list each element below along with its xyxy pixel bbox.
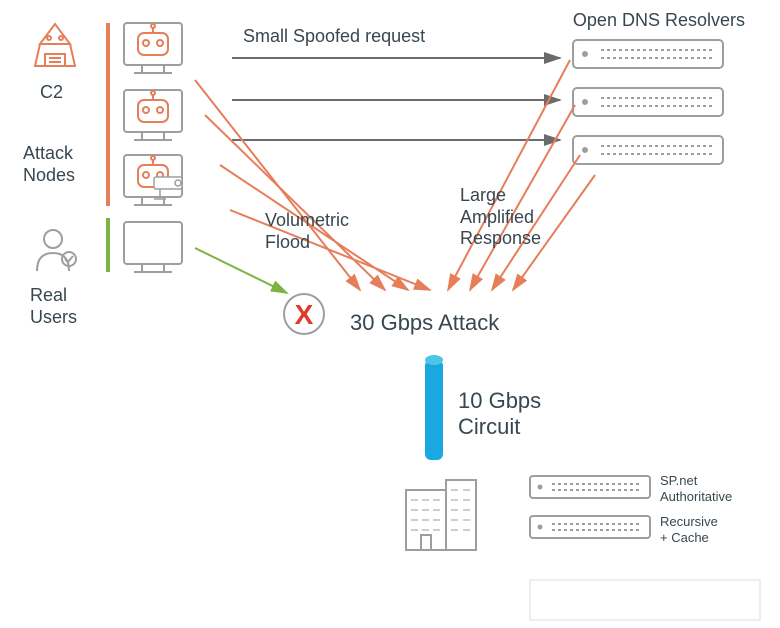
- spnet-label: SP.net Authoritative: [660, 473, 732, 504]
- amplified-line2: Amplified: [460, 207, 534, 227]
- amplified-line3: Response: [460, 228, 541, 248]
- dns-resolver-1: [573, 40, 723, 68]
- real-users-line1: Real: [30, 285, 67, 305]
- bot-monitor-3: [124, 155, 182, 205]
- cache-text: + Cache: [660, 530, 709, 545]
- attack-nodes-line1: Attack: [23, 143, 73, 163]
- attack-bar: [106, 23, 110, 206]
- amp-arrow-1: [448, 60, 570, 290]
- circuit-label: 10 Gbps Circuit: [458, 388, 541, 441]
- denied-icon: X: [284, 294, 324, 334]
- amplified-label: Large Amplified Response: [460, 185, 541, 250]
- hacker-icon: [35, 24, 75, 66]
- spnet-server-1: [530, 476, 650, 498]
- bottom-panel: [530, 580, 760, 620]
- circuit-line1: 10 Gbps: [458, 388, 541, 413]
- svg-text:X: X: [295, 299, 314, 330]
- real-users-label: Real Users: [30, 285, 77, 328]
- user-icon: [37, 230, 76, 271]
- spnet-text: SP.net: [660, 473, 697, 488]
- flood-arrow-2: [205, 115, 385, 290]
- authoritative-text: Authoritative: [660, 489, 732, 504]
- attack-label: 30 Gbps Attack: [350, 310, 499, 336]
- real-users-line2: Users: [30, 307, 77, 327]
- volumetric-label: Volumetric Flood: [265, 210, 349, 253]
- volumetric-line2: Flood: [265, 232, 310, 252]
- ddos-diagram: X C2 Atta: [0, 0, 780, 628]
- bot-monitor-2: [124, 90, 182, 140]
- recursive-text: Recursive: [660, 514, 718, 529]
- circuit-icon: [425, 355, 443, 460]
- user-monitor: [124, 222, 182, 272]
- recursive-label: Recursive + Cache: [660, 514, 718, 545]
- spnet-server-2: [530, 516, 650, 538]
- spoofed-request-label: Small Spoofed request: [243, 26, 425, 47]
- open-dns-label: Open DNS Resolvers: [573, 10, 745, 31]
- circuit-line2: Circuit: [458, 414, 520, 439]
- user-bar: [106, 218, 110, 272]
- attack-nodes-line2: Nodes: [23, 165, 75, 185]
- attack-nodes-label: Attack Nodes: [23, 143, 75, 186]
- bot-monitor-1: [124, 23, 182, 73]
- volumetric-line1: Volumetric: [265, 210, 349, 230]
- user-arrow: [195, 248, 287, 293]
- c2-label: C2: [40, 82, 63, 103]
- dns-resolver-2: [573, 88, 723, 116]
- building-icon: [406, 480, 476, 550]
- amplified-line1: Large: [460, 185, 506, 205]
- dns-resolver-3: [573, 136, 723, 164]
